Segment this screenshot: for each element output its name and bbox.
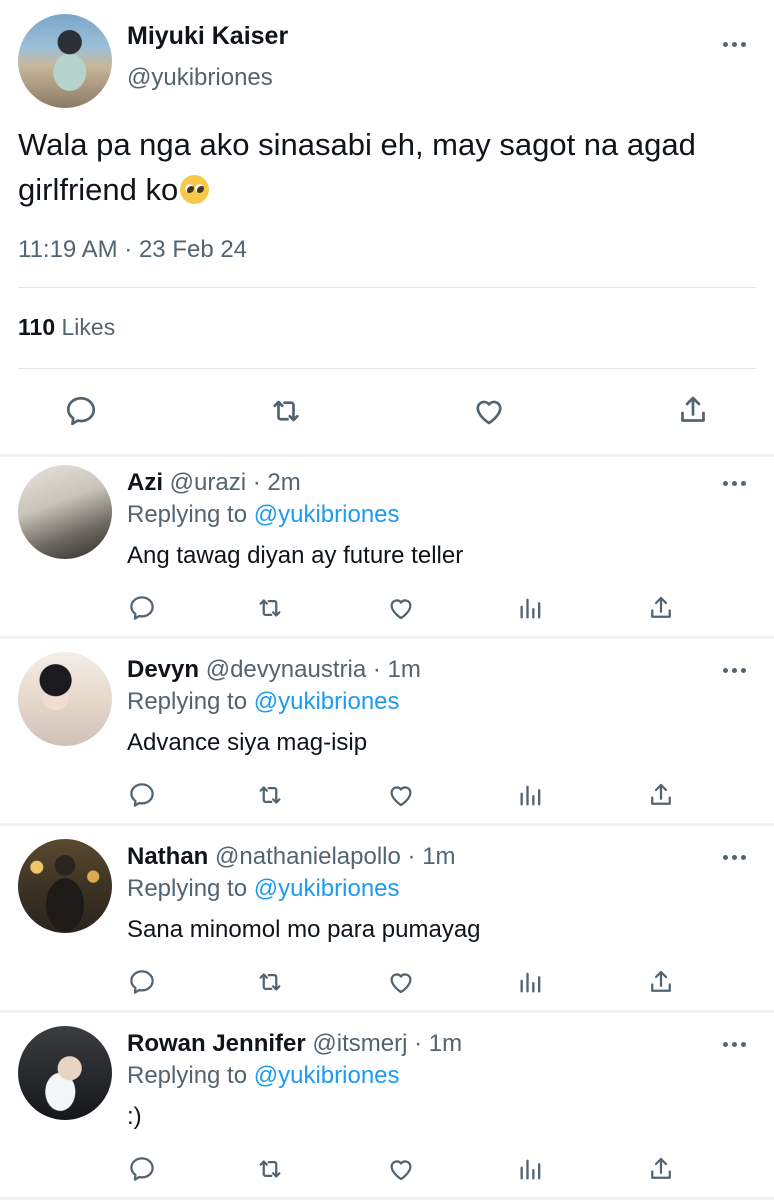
replying-to-label: Replying to xyxy=(127,688,248,715)
share-icon[interactable] xyxy=(675,391,711,429)
reply-time[interactable]: · 1m xyxy=(373,656,421,683)
replying-to: Replying to @yukibriones xyxy=(127,501,400,529)
more-options-icon[interactable] xyxy=(722,1040,748,1048)
reply-author-handle[interactable]: @devynaustria xyxy=(206,656,366,683)
reply-author-name[interactable]: Rowan Jennifer xyxy=(127,1030,306,1057)
more-options-icon[interactable] xyxy=(722,40,748,48)
author-name[interactable]: Miyuki Kaiser xyxy=(127,22,288,51)
reply-icon[interactable] xyxy=(127,593,157,623)
replying-to-label: Replying to xyxy=(127,875,248,902)
tweet-text-line2: girlfriend ko xyxy=(18,172,179,207)
reply-author-name[interactable]: Nathan xyxy=(127,843,208,870)
share-icon[interactable] xyxy=(646,966,676,998)
reply-header: Rowan Jennifer @itsmerj · 1m xyxy=(127,1030,462,1058)
views-chart-icon[interactable] xyxy=(517,780,545,810)
replying-to-label: Replying to xyxy=(127,501,248,528)
reply-item: Nathan @nathanielapollo · 1m Replying to… xyxy=(0,831,774,1011)
share-icon[interactable] xyxy=(646,779,676,811)
reply-icon[interactable] xyxy=(127,967,157,997)
more-options-icon[interactable] xyxy=(722,853,748,861)
avatar[interactable] xyxy=(18,1026,112,1120)
like-heart-icon[interactable] xyxy=(385,1154,417,1184)
reply-item: Devyn @devynaustria · 1m Replying to @yu… xyxy=(0,644,774,824)
retweet-icon[interactable] xyxy=(254,780,286,810)
avatar[interactable] xyxy=(18,14,112,108)
tweet-text-line1: Wala pa nga ako sinasabi eh, may sagot n… xyxy=(18,127,696,162)
retweet-icon[interactable] xyxy=(267,393,305,429)
replying-to: Replying to @yukibriones xyxy=(127,875,400,903)
avatar[interactable] xyxy=(18,465,112,559)
replying-to: Replying to @yukibriones xyxy=(127,688,400,716)
reply-icon[interactable] xyxy=(127,1154,157,1184)
reply-author-handle[interactable]: @nathanielapollo xyxy=(215,843,401,870)
replying-to-link[interactable]: @yukibriones xyxy=(254,875,400,902)
tweet-timestamp[interactable]: 11:19 AM · 23 Feb 24 xyxy=(18,236,247,264)
reply-text: :) xyxy=(127,1103,142,1130)
reply-header: Nathan @nathanielapollo · 1m xyxy=(127,843,456,871)
retweet-icon[interactable] xyxy=(254,593,286,623)
reply-author-handle[interactable]: @urazi xyxy=(170,469,246,496)
thread-separator xyxy=(0,1010,774,1013)
views-chart-icon[interactable] xyxy=(517,967,545,997)
like-heart-icon[interactable] xyxy=(385,780,417,810)
like-heart-icon[interactable] xyxy=(385,593,417,623)
more-options-icon[interactable] xyxy=(722,666,748,674)
like-heart-icon[interactable] xyxy=(385,967,417,997)
reply-icon[interactable] xyxy=(63,393,99,429)
reply-time[interactable]: · 1m xyxy=(414,1030,462,1057)
share-icon[interactable] xyxy=(646,592,676,624)
more-options-icon[interactable] xyxy=(722,479,748,487)
like-heart-icon[interactable] xyxy=(470,393,508,429)
reply-time[interactable]: · 2m xyxy=(253,469,301,496)
divider xyxy=(18,287,756,288)
reply-header: Devyn @devynaustria · 1m xyxy=(127,656,421,684)
replying-to-label: Replying to xyxy=(127,1062,248,1089)
retweet-icon[interactable] xyxy=(254,967,286,997)
retweet-icon[interactable] xyxy=(254,1154,286,1184)
avatar[interactable] xyxy=(18,652,112,746)
reply-item: Azi @urazi · 2m Replying to @yukibriones… xyxy=(0,457,774,637)
likes-stat[interactable]: 110 Likes xyxy=(18,314,115,341)
reply-text: Advance siya mag-isip xyxy=(127,729,368,756)
divider xyxy=(18,368,756,369)
replying-to-link[interactable]: @yukibriones xyxy=(254,688,400,715)
thread-separator xyxy=(0,636,774,639)
avatar[interactable] xyxy=(18,839,112,933)
author-handle[interactable]: @yukibriones xyxy=(127,64,273,92)
replying-to: Replying to @yukibriones xyxy=(127,1062,400,1090)
pleading-face-emoji-icon xyxy=(180,175,210,204)
share-icon[interactable] xyxy=(646,1153,676,1185)
reply-text: Sana minomol mo para pumayag xyxy=(127,916,481,943)
reply-author-name[interactable]: Devyn xyxy=(127,656,199,683)
replying-to-link[interactable]: @yukibriones xyxy=(254,501,400,528)
reply-text: Ang tawag diyan ay future teller xyxy=(127,542,464,569)
views-chart-icon[interactable] xyxy=(517,593,545,623)
thread-separator xyxy=(0,823,774,826)
replying-to-link[interactable]: @yukibriones xyxy=(254,1062,400,1089)
views-chart-icon[interactable] xyxy=(517,1154,545,1184)
likes-count: 110 xyxy=(18,314,56,340)
tweet-text: Wala pa nga ako sinasabi eh, may sagot n… xyxy=(18,122,758,212)
reply-icon[interactable] xyxy=(127,780,157,810)
reply-time[interactable]: · 1m xyxy=(408,843,456,870)
reply-author-handle[interactable]: @itsmerj xyxy=(312,1030,407,1057)
reply-item: Rowan Jennifer @itsmerj · 1m Replying to… xyxy=(0,1018,774,1198)
reply-header: Azi @urazi · 2m xyxy=(127,469,301,497)
likes-label: Likes xyxy=(61,314,116,340)
main-tweet: Miyuki Kaiser @yukibriones Wala pa nga a… xyxy=(0,0,774,456)
reply-author-name[interactable]: Azi xyxy=(127,469,163,496)
